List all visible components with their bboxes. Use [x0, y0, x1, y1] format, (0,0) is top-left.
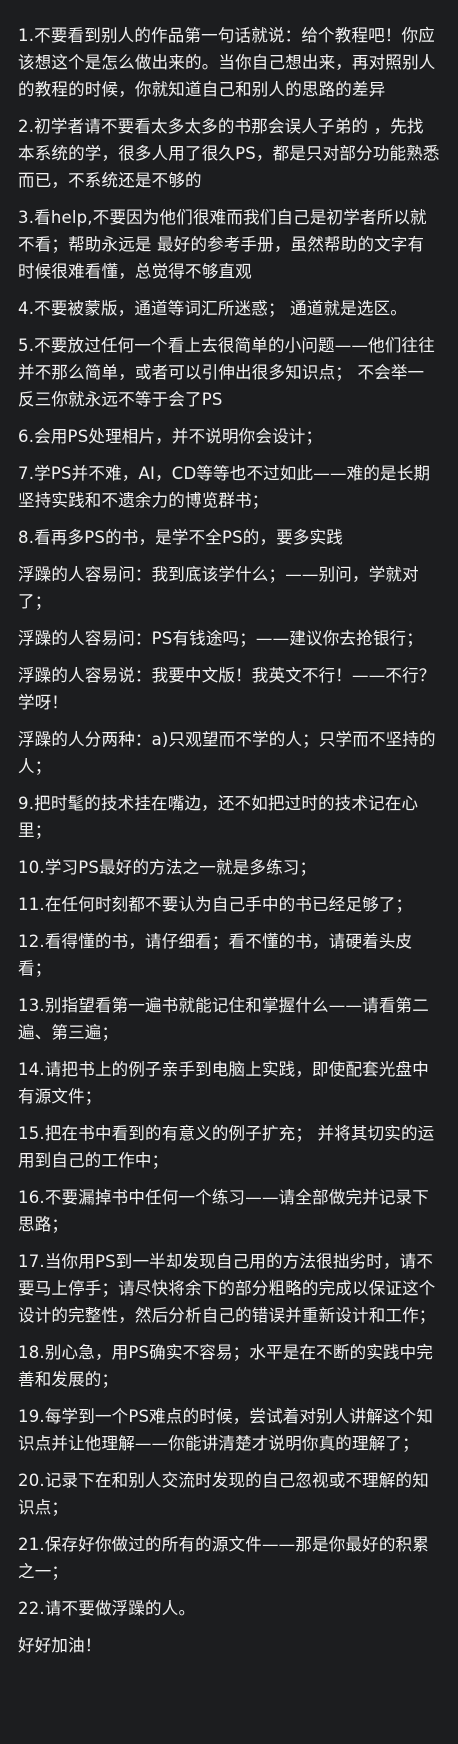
- impetuous-types: 浮躁的人分两种：a)只观望而不学的人；只学而不坚持的人；: [18, 730, 436, 776]
- tip-paragraph-11: 11.在任何时刻都不要认为自己手中的书已经足够了；: [18, 895, 413, 914]
- tip-paragraph-4: 4.不要被蒙版，通道等词汇所迷惑； 通道就是选区。: [18, 299, 407, 318]
- tip-paragraph-2: 2.初学者请不要看太多太多的书那会误人子弟的 ，先找本系统的学，很多人用了很久P…: [18, 117, 440, 190]
- tip-paragraph-13: 13.别指望看第一遍书就能记住和掌握什么——请看第二遍、第三遍；: [18, 996, 429, 1042]
- tip-paragraph-21: 21.保存好你做过的所有的源文件——那是你最好的积累之一；: [18, 1535, 429, 1581]
- tip-paragraph-15: 15.把在书中看到的有意义的例子扩充； 并将其切实的运用到自己的工作中；: [18, 1124, 435, 1170]
- tips-article: 1.不要看到别人的作品第一句话就说：给个教程吧！你应该想这个是怎么做出来的。当你…: [0, 0, 458, 1659]
- tip-paragraph-9: 9.把时髦的技术挂在嘴边，还不如把过时的技术记在心里；: [18, 794, 419, 840]
- closing-line: 好好加油！: [18, 1636, 102, 1655]
- tip-paragraph-18: 18.别心急，用PS确实不容易；水平是在不断的实践中完善和发展的；: [18, 1343, 434, 1389]
- tip-paragraph-19: 19.每学到一个PS难点的时候，尝试着对别人讲解这个知识点并让他理解——你能讲清…: [18, 1407, 434, 1453]
- impetuous-question-1: 浮躁的人容易问：我到底该学什么；——别问，学就对了；: [18, 565, 419, 611]
- impetuous-question-3: 浮躁的人容易说：我要中文版！我英文不行！——不行？学呀！: [18, 666, 436, 712]
- tip-paragraph-7: 7.学PS并不难，AI，CD等等也不过如此——难的是长期坚持实践和不遗余力的博览…: [18, 464, 431, 510]
- tip-paragraph-8: 8.看再多PS的书，是学不全PS的，要多实践: [18, 528, 343, 547]
- tip-paragraph-5: 5.不要放过任何一个看上去很简单的小问题——他们往往并不那么简单，或者可以引伸出…: [18, 336, 435, 409]
- tip-paragraph-20: 20.记录下在和别人交流时发现的自己忽视或不理解的知识点；: [18, 1471, 429, 1517]
- tip-paragraph-6: 6.会用PS处理相片，并不说明你会设计；: [18, 427, 323, 446]
- tip-paragraph-22: 22.请不要做浮躁的人。: [18, 1599, 196, 1618]
- tip-paragraph-1: 1.不要看到别人的作品第一句话就说：给个教程吧！你应该想这个是怎么做出来的。当你…: [18, 26, 436, 99]
- tip-paragraph-14: 14.请把书上的例子亲手到电脑上实践，即使配套光盘中有源文件；: [18, 1060, 429, 1106]
- tip-paragraph-10: 10.学习PS最好的方法之一就是多练习；: [18, 858, 317, 877]
- tip-paragraph-16: 16.不要漏掉书中任何一个练习——请全部做完并记录下思路；: [18, 1188, 429, 1234]
- impetuous-question-2: 浮躁的人容易问：PS有钱途吗；——建议你去抢银行；: [18, 629, 423, 648]
- tip-paragraph-12: 12.看得懂的书，请仔细看；看不懂的书，请硬着头皮看；: [18, 932, 413, 978]
- tip-paragraph-17: 17.当你用PS到一半却发现自己用的方法很拙劣时，请不要马上停手；请尽快将余下的…: [18, 1252, 436, 1325]
- tip-paragraph-3: 3.看help,不要因为他们很难而我们自己是初学者所以就不看；帮助永远是 最好的…: [18, 208, 427, 281]
